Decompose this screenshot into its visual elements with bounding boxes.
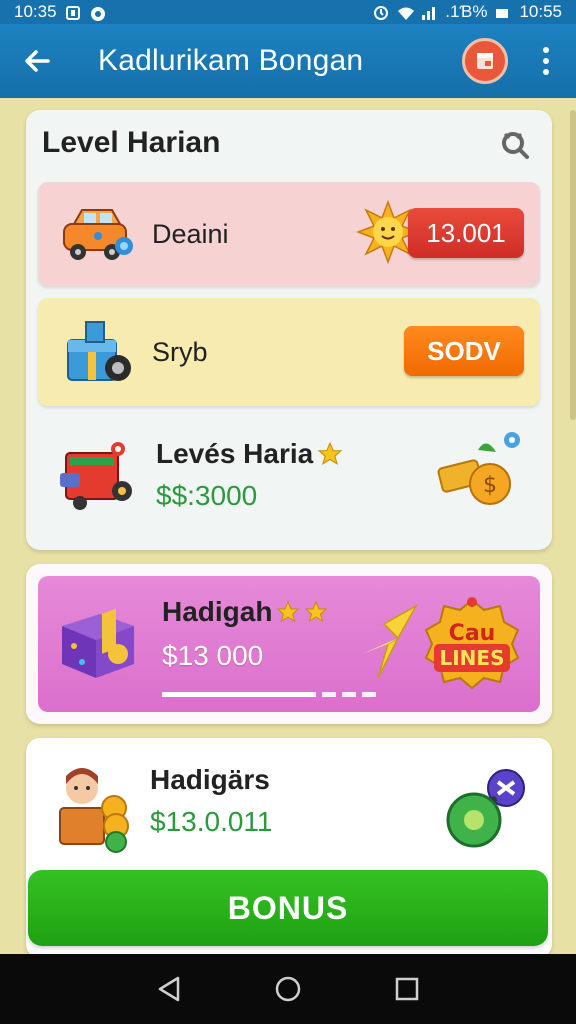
claim-button[interactable]: SODV — [404, 326, 524, 376]
bonus-card: Hadigärs $13.0.011 BONUS — [26, 738, 552, 958]
star-icon — [317, 441, 343, 465]
arrow-left-icon — [25, 50, 50, 72]
level-item-label: Levés Haria — [156, 438, 314, 469]
back-triangle-icon — [159, 976, 180, 1002]
gift-progress-bar — [162, 692, 378, 697]
gift-card: Hadigah $13 000 Cau LINES — [26, 564, 552, 724]
gift-text-block: Hadigah $13 000 — [162, 596, 328, 672]
scrollbar[interactable] — [570, 110, 576, 420]
svg-text:$: $ — [483, 473, 497, 498]
gift-machine-icon — [50, 307, 146, 397]
gift-box-icon — [52, 596, 142, 686]
notification-icon — [65, 5, 81, 20]
star-icon — [277, 600, 300, 623]
character-icon — [52, 764, 138, 854]
list-item-deaini[interactable]: Deaini 13.001 — [38, 182, 540, 286]
home-circle-icon — [275, 976, 301, 1002]
wifi-icon — [397, 5, 415, 20]
search-button[interactable] — [498, 128, 532, 162]
status-left: 10:35 — [14, 2, 105, 22]
search-icon — [502, 132, 529, 159]
list-item-sryb[interactable]: Sryb SODV — [38, 298, 540, 406]
store-icon — [477, 53, 493, 69]
coins-icon: $ — [437, 432, 520, 505]
level-item-label-wrap: Levés Haria — [156, 438, 343, 470]
bonus-amount: $13.0.011 — [150, 806, 273, 837]
reward-button[interactable]: 13.001 — [408, 208, 524, 258]
status-time-right: 10:55 — [519, 2, 562, 21]
gift-item[interactable]: Hadigah $13 000 Cau LINES — [38, 576, 540, 712]
plug-icon[interactable] — [436, 764, 532, 860]
badge-top-text: Cau — [449, 621, 496, 646]
status-time-left: 10:35 — [14, 2, 57, 21]
daily-level-title: Level Harian — [42, 126, 221, 159]
gift-amount: $13 000 — [162, 640, 264, 671]
star-icon — [305, 600, 328, 623]
gift-label-wrap: Hadigah — [162, 596, 328, 628]
bonus-text-block: Hadigärs $13.0.011 — [150, 764, 273, 838]
alarm-icon — [373, 5, 389, 20]
level-item-amount: $$:3000 — [156, 480, 258, 511]
cau-lines-badge[interactable]: Cau LINES — [418, 594, 526, 694]
signal-icon — [421, 5, 437, 20]
nav-home-button[interactable] — [268, 969, 308, 1009]
bow-icon — [362, 604, 418, 679]
status-right: .1Ɓ% 10:55 — [373, 2, 562, 22]
page-title: Kadlurikam Bongan — [98, 44, 364, 77]
bonus-button[interactable]: BONUS — [28, 870, 548, 946]
progress-fill — [162, 692, 314, 697]
toy-truck-icon — [50, 430, 146, 520]
list-item-label: Sryb — [152, 336, 208, 367]
badge-bottom-text: LINES — [440, 646, 505, 670]
list-item-level[interactable]: Levés Haria $$:3000 $ — [38, 410, 540, 540]
settings-icon — [89, 5, 105, 21]
system-nav-bar — [0, 954, 576, 1024]
battery-icon — [495, 5, 511, 19]
gift-label: Hadigah — [162, 596, 273, 627]
level-text-block: Levés Haria $$:3000 — [156, 438, 343, 512]
list-item-label: Deaini — [152, 218, 229, 249]
car-icon — [50, 189, 146, 279]
nav-recents-button[interactable] — [387, 969, 427, 1009]
battery-percent: .1Ɓ% — [445, 2, 488, 21]
daily-level-card: Level Harian Deaini 13.001 Sryb SODV Lev… — [26, 110, 552, 550]
status-bar: 10:35 .1Ɓ% 10:55 — [0, 0, 576, 24]
bonus-label: Hadigärs — [150, 764, 270, 795]
recents-square-icon — [395, 977, 418, 1001]
app-bar: Kadlurikam Bongan — [0, 24, 576, 98]
bonus-item[interactable]: Hadigärs $13.0.011 — [38, 756, 540, 866]
more-vertical-icon[interactable] — [526, 31, 566, 91]
back-button[interactable] — [0, 24, 74, 98]
nav-back-button[interactable] — [149, 969, 189, 1009]
store-button[interactable] — [462, 38, 508, 84]
